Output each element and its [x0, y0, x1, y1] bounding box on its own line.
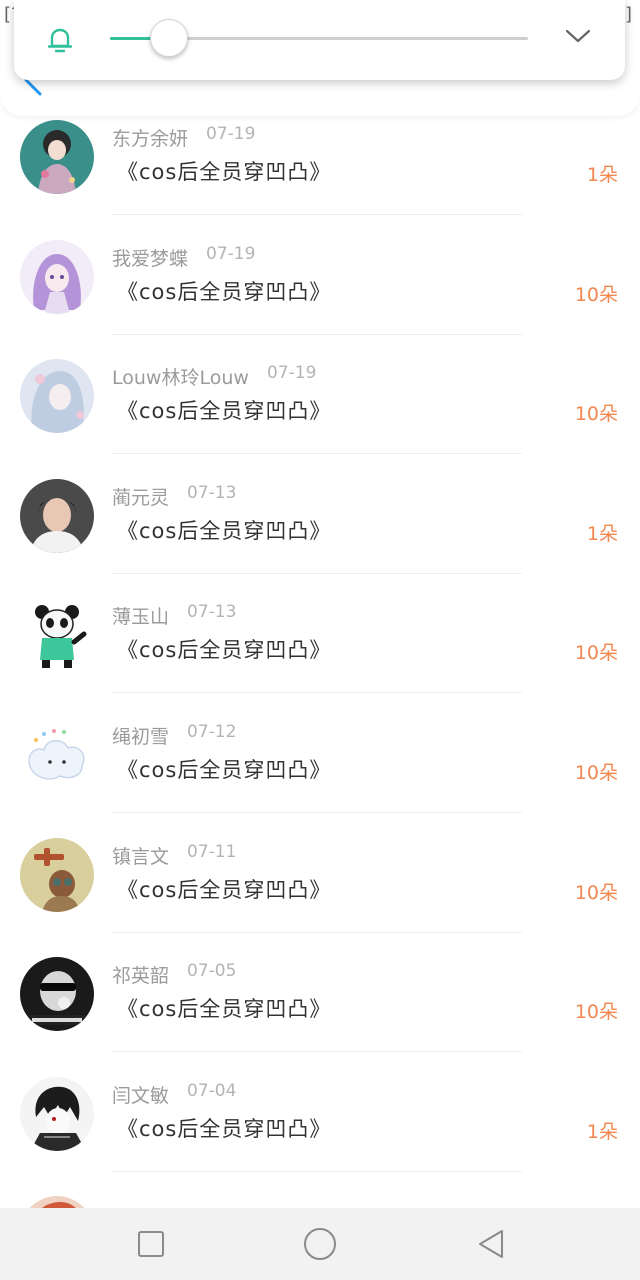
sender-name: 我爱梦蝶 [112, 247, 189, 270]
work-title[interactable]: 《cos后全员穿凹凸》 [117, 156, 331, 186]
work-title[interactable]: 《cos后全员穿凹凸》 [117, 515, 331, 545]
sender-name: 闫文敏 [112, 1084, 170, 1107]
send-date: 07-19 [206, 243, 256, 264]
divider [112, 333, 522, 335]
flower-count: 10朵 [574, 642, 618, 665]
work-title[interactable]: 《cos后全员穿凹凸》 [117, 754, 331, 784]
divider [112, 1051, 522, 1053]
flower-count: 1朵 [586, 164, 618, 186]
volume-slider-knob[interactable] [149, 19, 188, 57]
send-date: 07-13 [187, 482, 237, 503]
send-date: 07-05 [187, 961, 237, 982]
list-item[interactable]: 镇言文 07-11 《cos后全员穿凹凸》 10朵 [0, 834, 640, 954]
square-icon[interactable] [135, 1228, 167, 1260]
send-date: 07-12 [187, 721, 237, 742]
screen: [?] [?] [?] [0, 0, 640, 1280]
divider [112, 1170, 522, 1172]
flower-count: 10朵 [574, 1001, 618, 1024]
list-item[interactable]: 东方余妍 07-19 《cos后全员穿凹凸》 1朵 [0, 116, 640, 236]
sender-name: 绳初雪 [112, 725, 170, 748]
circle-icon[interactable] [302, 1226, 338, 1262]
sender-name: Louw林玲Louw [112, 367, 249, 390]
work-title[interactable]: 《cos后全员穿凹凸》 [117, 993, 331, 1023]
list-item[interactable]: 薄玉山 07-13 《cos后全员穿凹凸》 10朵 [0, 594, 640, 714]
send-date: 07-19 [267, 363, 317, 384]
flower-count: 10朵 [574, 881, 618, 904]
avatar[interactable] [20, 359, 94, 434]
work-title[interactable]: 《cos后全员穿凹凸》 [117, 874, 331, 904]
send-date: 07-19 [206, 124, 256, 144]
flower-count: 1朵 [586, 1120, 618, 1143]
divider [112, 931, 522, 933]
back-arrow-icon[interactable] [22, 78, 44, 100]
avatar[interactable] [20, 478, 94, 553]
work-title[interactable]: 《cos后全员穿凹凸》 [117, 276, 331, 306]
send-date: 07-04 [187, 1080, 237, 1101]
list-item[interactable]: 我爱梦蝶 07-19 《cos后全员穿凹凸》 10朵 [0, 236, 640, 356]
divider [112, 572, 522, 574]
divider [112, 692, 522, 694]
work-title[interactable]: 《cos后全员穿凹凸》 [117, 1113, 331, 1143]
avatar[interactable] [20, 717, 94, 792]
flower-count: 1朵 [586, 522, 618, 545]
list-item[interactable]: 闫文敏 07-04 《cos后全员穿凹凸》 1朵 [0, 1073, 640, 1193]
avatar[interactable] [20, 598, 94, 673]
sender-name: 祁英韶 [112, 965, 170, 988]
list-item[interactable]: 蔺元灵 07-13 《cos后全员穿凹凸》 1朵 [0, 475, 640, 595]
sender-name: 东方余妍 [112, 128, 189, 150]
avatar[interactable] [20, 1076, 94, 1151]
sender-name: 蔺元灵 [112, 486, 170, 509]
list-item[interactable]: 绳初雪 07-12 《cos后全员穿凹凸》 10朵 [0, 714, 640, 834]
avatar[interactable] [20, 120, 94, 194]
send-date: 07-13 [187, 602, 237, 623]
avatar[interactable] [20, 837, 94, 912]
sender-name: 薄玉山 [112, 606, 170, 629]
sender-name: 镇言文 [112, 845, 170, 868]
chevron-down-icon[interactable] [564, 26, 592, 46]
flower-count: 10朵 [574, 283, 618, 306]
list-item[interactable]: Louw林玲Louw 07-19 《cos后全员穿凹凸》 10朵 [0, 355, 640, 475]
work-title[interactable]: 《cos后全员穿凹凸》 [117, 634, 331, 664]
triangle-back-icon[interactable] [476, 1228, 508, 1260]
flower-count: 10朵 [574, 403, 618, 426]
avatar[interactable] [20, 239, 94, 314]
divider [112, 214, 522, 215]
divider [112, 811, 522, 813]
gift-list: 东方余妍 07-19 《cos后全员穿凹凸》 1朵 我爱梦蝶 07-19 《co… [0, 116, 640, 1271]
list-item[interactable]: 祁英韶 07-05 《cos后全员穿凹凸》 10朵 [0, 953, 640, 1073]
work-title[interactable]: 《cos后全员穿凹凸》 [117, 395, 331, 425]
avatar[interactable] [20, 957, 94, 1032]
volume-slider[interactable] [110, 19, 528, 57]
volume-panel [14, 0, 625, 80]
flower-count: 10朵 [574, 761, 618, 784]
navigation-bar [0, 1208, 640, 1280]
send-date: 07-11 [187, 841, 237, 862]
divider [112, 453, 522, 455]
bell-icon[interactable] [44, 24, 76, 56]
